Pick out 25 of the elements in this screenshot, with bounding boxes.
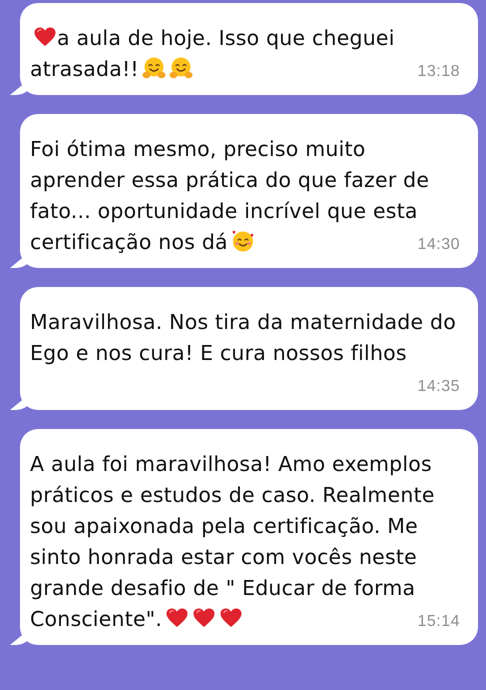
message-time: 14:35: [417, 378, 460, 396]
message-text: Consciente".: [30, 607, 162, 631]
hugging-face-icon: [168, 56, 193, 80]
message-text: Foi ótima mesmo, preciso muito: [30, 137, 366, 161]
message-text: Maravilhosa. Nos tira da maternidade do: [30, 310, 456, 334]
message-time: 15:14: [417, 613, 460, 631]
message-text: aprender essa prática do que fazer de: [30, 168, 430, 192]
message-text: práticos e estudos de caso. Realmente: [30, 483, 435, 507]
hugging-face-icon: [142, 56, 166, 80]
message-text: sinto honrada estar com vocês neste: [30, 545, 417, 569]
message-time: 14:30: [417, 236, 460, 254]
message-text: sou apaixonada pela certificação. Me: [30, 514, 418, 538]
heart-icon: [33, 25, 57, 49]
message-text: certificação nos dá: [30, 230, 228, 254]
heart-icon: [192, 606, 216, 630]
message-text: A aula foi maravilhosa! Amo exemplos: [30, 452, 432, 476]
smiling-face-hearts-icon: [230, 229, 255, 253]
heart-icon: [165, 606, 190, 630]
message-text: a aula de hoje. Isso que cheguei: [57, 26, 395, 50]
message-text: fato... oportunidade incrível que esta: [30, 199, 418, 223]
heart-icon: [219, 606, 244, 630]
message-time: 13:18: [417, 63, 460, 81]
message-text: Ego e nos cura! E cura nossos filhos: [30, 341, 407, 365]
message-text: atrasada!!: [30, 57, 139, 81]
message-text: grande desafio de " Educar de forma: [30, 576, 416, 600]
